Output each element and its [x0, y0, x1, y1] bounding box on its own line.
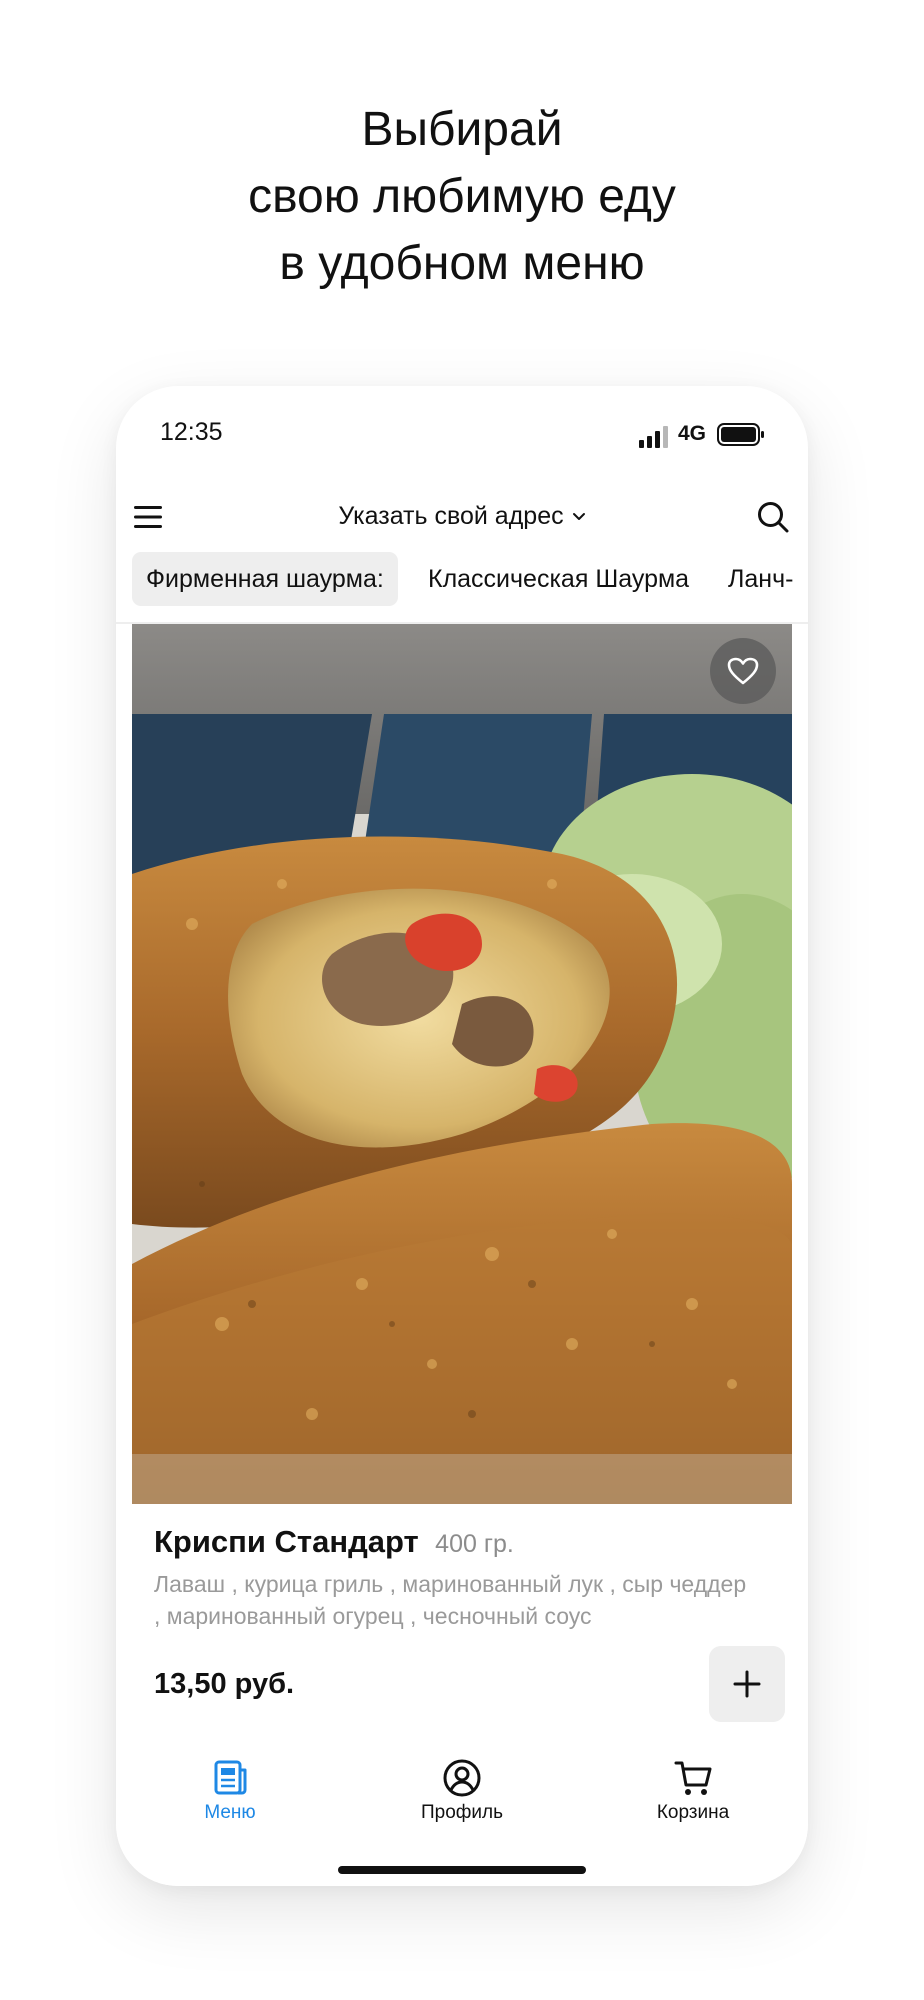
product-price: 13,50 руб.	[154, 1668, 295, 1700]
profile-icon	[443, 1759, 481, 1797]
headline-line: свою любимую еду	[248, 170, 676, 223]
address-selector: Указать свой адрес	[116, 502, 808, 531]
menu-document-icon	[214, 1760, 247, 1795]
tabbar-label-cart: Корзина	[656, 1802, 730, 1823]
promo-headline: Выбирай свою любимую еду в удобном меню	[0, 96, 924, 297]
product-title: Криспи Стандарт 400 гр.	[154, 1524, 514, 1560]
signal-icon	[639, 426, 669, 448]
battery-icon	[717, 423, 764, 446]
tabbar-item-menu[interactable]: Меню	[150, 1758, 310, 1824]
tabbar-label-menu: Меню	[204, 1802, 256, 1823]
add-to-cart-button[interactable]	[709, 1646, 785, 1722]
favorite-button[interactable]	[710, 638, 776, 704]
headline-line: в удобном меню	[279, 237, 645, 290]
product-name: Криспи Стандарт	[154, 1524, 419, 1559]
chevron-down-icon	[572, 512, 585, 520]
status-time: 12:35	[160, 418, 223, 446]
status-bar: 12:35 4G	[116, 386, 808, 476]
tabbar-label-profile: Профиль	[420, 1802, 504, 1823]
headline-line: Выбирай	[361, 103, 563, 156]
product-photo	[132, 624, 792, 1504]
search-icon[interactable]	[756, 500, 790, 534]
tabbar-item-cart[interactable]: Корзина	[613, 1758, 773, 1824]
tab-classic-shawarma[interactable]: Классическая Шаурма	[414, 552, 703, 606]
plus-icon	[733, 1670, 761, 1698]
product-description: Лаваш , курица гриль , маринованный лук …	[154, 1571, 747, 1629]
tab-lunch[interactable]: Ланч-	[714, 552, 807, 606]
category-tabs: Фирменная шаурма: Классическая Шаурма Ла…	[116, 552, 808, 626]
tabbar-item-profile[interactable]: Профиль	[382, 1758, 542, 1824]
home-indicator[interactable]	[338, 1866, 586, 1874]
address-label: Указать свой адрес	[338, 502, 564, 530]
network-type: 4G	[678, 422, 707, 445]
top-bar: Указать свой адрес	[116, 484, 808, 554]
tab-signature-shawarma[interactable]: Фирменная шаурма:	[132, 552, 398, 606]
product-card[interactable]: Криспи Стандарт 400 гр. Лаваш , курица г…	[132, 624, 792, 1748]
cart-icon	[674, 1761, 712, 1795]
address-button[interactable]: Указать свой адрес	[338, 502, 585, 531]
phone-frame: 12:35 4G Указать свой адрес Фирменная ша…	[116, 386, 808, 1886]
product-weight: 400 гр.	[435, 1530, 514, 1558]
heart-icon	[727, 657, 759, 685]
